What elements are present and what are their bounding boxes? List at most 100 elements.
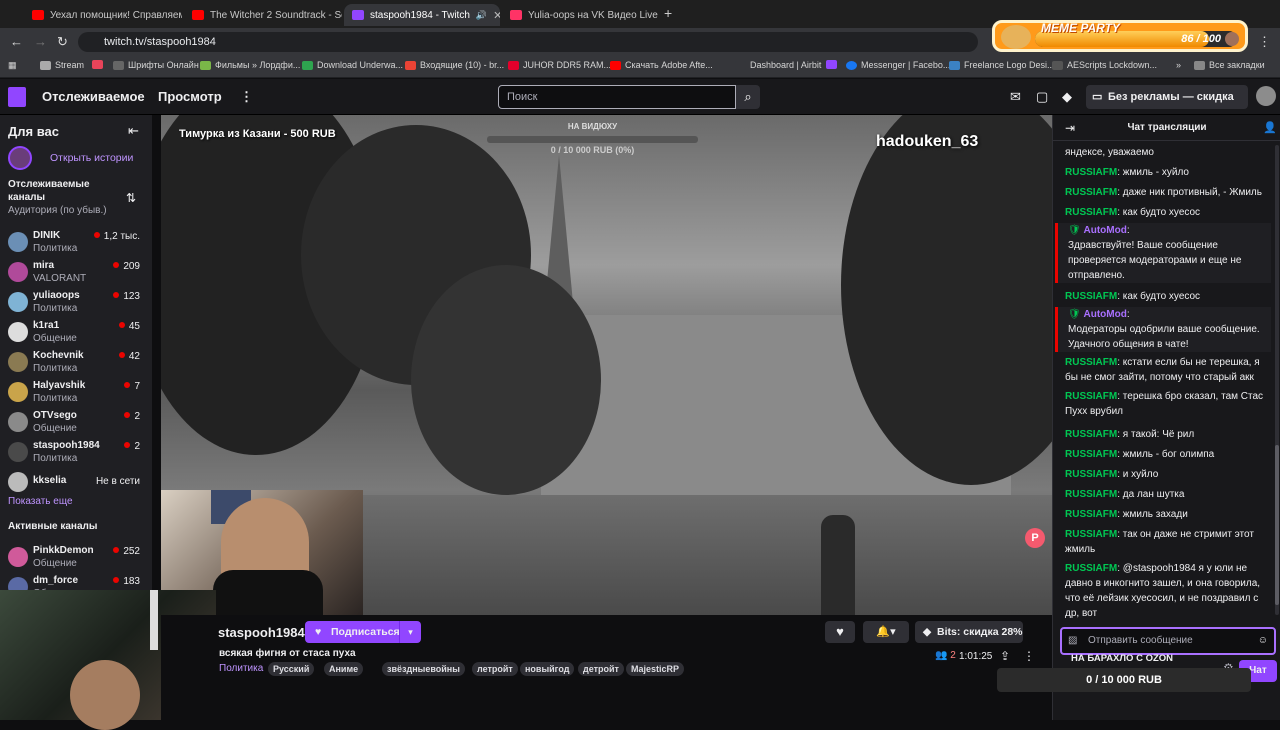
bookmark-label: Входящие (10) - br...: [420, 60, 505, 70]
bookmark-ram[interactable]: JUHOR DDR5 RAM...: [508, 60, 611, 70]
bookmark-films[interactable]: Фильмы » Лордфи...: [200, 60, 300, 70]
sidebar-channel[interactable]: DINIK Политика 1,2 тыс.: [0, 228, 150, 258]
show-more-link[interactable]: Показать еще: [8, 496, 73, 507]
nav-following[interactable]: Отслеживаемое: [42, 89, 145, 104]
bookmark-all[interactable]: Все закладки: [1194, 60, 1265, 70]
crown-icon[interactable]: ◆: [1062, 89, 1072, 105]
tab-label: Yulia-oops на VK Видео Live -: [528, 9, 658, 21]
tag[interactable]: Аниме: [324, 662, 364, 676]
sort-icon[interactable]: ⇅: [126, 191, 136, 205]
chat-username[interactable]: RUSSIAFM: [1065, 167, 1117, 178]
bookmark-icon-only[interactable]: [92, 60, 107, 69]
apps-icon[interactable]: ▦: [8, 60, 17, 71]
browser-tab[interactable]: The Witcher 2 Soundtrack - Som✕: [184, 4, 342, 26]
tag[interactable]: летройт: [472, 662, 518, 676]
close-icon[interactable]: ✕: [487, 9, 500, 22]
bookmark-gmail[interactable]: Входящие (10) - br...: [405, 60, 504, 70]
chat-input[interactable]: ▨ Отправить сообщение ☺: [1060, 627, 1276, 655]
chat-username[interactable]: RUSSIAFM: [1065, 529, 1117, 540]
avatar[interactable]: [1256, 86, 1276, 106]
follow-button[interactable]: ♥ Подписаться: [305, 621, 400, 643]
bookmark-fonts[interactable]: Шрифты Онлайн: [113, 60, 199, 70]
bookmark-twitch-icon[interactable]: [826, 60, 841, 69]
chat-username[interactable]: RUSSIAFM: [1065, 291, 1117, 302]
no-ads-button[interactable]: ▭Без рекламы — скидка 40%: [1086, 85, 1248, 127]
sidebar-channel[interactable]: yuliaoops Политика 123: [0, 288, 150, 318]
tag[interactable]: детройт: [578, 662, 624, 676]
chat-username[interactable]: RUSSIAFM: [1065, 187, 1117, 198]
chat-text: жмиль - бог олимпа: [1122, 449, 1215, 460]
tag[interactable]: звёздныевойны: [382, 662, 465, 676]
tag[interactable]: Русский: [268, 662, 315, 676]
whispers-icon[interactable]: ▢: [1036, 89, 1048, 105]
chat-username[interactable]: AutoMod: [1083, 225, 1126, 236]
collapse-icon[interactable]: ⇤: [128, 123, 139, 139]
chat-username[interactable]: RUSSIAFM: [1065, 469, 1117, 480]
category-link[interactable]: Политика: [219, 663, 263, 674]
sidebar-channel[interactable]: kkselia Не в сети: [0, 468, 150, 498]
chat-username[interactable]: RUSSIAFM: [1065, 429, 1117, 440]
chat-username[interactable]: AutoMod: [1083, 309, 1126, 320]
sidebar-channel[interactable]: Halyavshik Политика 7: [0, 378, 150, 408]
share-icon[interactable]: ⇪: [1000, 649, 1010, 663]
bookmark-messenger[interactable]: Messenger | Facebo...: [846, 60, 950, 70]
sidebar-channel[interactable]: staspooh1984 Политика 2: [0, 438, 150, 468]
url-text: twitch.tv/staspooh1984: [104, 36, 216, 48]
bookmark-airbit[interactable]: Dashboard | Airbit: [735, 60, 821, 70]
chat-username[interactable]: RUSSIAFM: [1065, 207, 1117, 218]
tag[interactable]: новыйгод: [520, 662, 575, 676]
chat-message: RUSSIAFM: я такой: Чё рил: [1065, 427, 1269, 442]
sidebar-channel[interactable]: OTVsego Общение 2: [0, 408, 150, 438]
sidebar-channel[interactable]: mira VALORANT 209: [0, 258, 150, 288]
new-tab-button[interactable]: +: [664, 5, 672, 21]
sidebar-channel[interactable]: PinkkDemon Общение 252: [0, 543, 150, 573]
bits-button[interactable]: ◆ Bits: скидка 28%: [915, 621, 1023, 643]
bookmark-aescripts[interactable]: AEScripts Lockdown...: [1052, 60, 1157, 70]
browser-menu-icon[interactable]: ⋮: [1258, 34, 1271, 50]
bookmark-freelance[interactable]: Freelance Logo Desi...: [949, 60, 1055, 70]
speaker-icon[interactable]: 🔊: [470, 10, 487, 21]
ozon-goal-label: НА БАРАХЛО С OZON: [1071, 653, 1174, 664]
emoji-icon[interactable]: ☺: [1258, 629, 1268, 653]
browser-tab[interactable]: Уехал помощник! Справляемс✕: [24, 4, 182, 26]
users-icon[interactable]: 👤: [1263, 121, 1277, 134]
bookmark-download[interactable]: Download Underwa...: [302, 60, 403, 70]
inbox-icon[interactable]: ✉: [1010, 89, 1021, 105]
search-icon[interactable]: ⌕: [736, 85, 760, 109]
sidebar-channel[interactable]: k1ra1 Общение 45: [0, 318, 150, 348]
chat-username[interactable]: RUSSIAFM: [1065, 357, 1117, 368]
open-stories-link[interactable]: Открыть истории: [50, 152, 133, 164]
twitch-logo-icon[interactable]: [8, 87, 26, 107]
channel-name: Halyavshik: [33, 380, 86, 391]
reload-icon[interactable]: ↻: [57, 34, 68, 50]
scrollbar-thumb[interactable]: [1275, 445, 1279, 605]
tag[interactable]: MajesticRP: [626, 662, 685, 676]
browser-tab[interactable]: Yulia-oops на VK Видео Live -✕: [502, 4, 658, 26]
url-field[interactable]: twitch.tv/staspooh1984: [78, 32, 978, 52]
bits-icon[interactable]: ▨: [1068, 629, 1077, 653]
chat-username[interactable]: RUSSIAFM: [1065, 449, 1117, 460]
browser-tab-active[interactable]: staspooh1984 - Twitch 🔊 ✕: [344, 4, 500, 26]
search-input[interactable]: Поиск: [498, 85, 736, 109]
chat-username[interactable]: RUSSIAFM: [1065, 563, 1117, 574]
more-icon[interactable]: ⋮: [1023, 649, 1035, 663]
bookmark-stream[interactable]: Stream: [40, 60, 84, 70]
chat-message: RUSSIAFM: @staspooh1984 я у юли не давно…: [1065, 561, 1269, 621]
chat-username[interactable]: RUSSIAFM: [1065, 489, 1117, 500]
like-heart-icon[interactable]: ♥: [825, 621, 855, 643]
avatar: [8, 262, 28, 282]
forward-icon[interactable]: →: [34, 34, 47, 49]
chat-scrollbar[interactable]: [1275, 145, 1279, 615]
bookmark-adobe[interactable]: Скачать Adobe Afte...: [610, 60, 713, 70]
chevron-down-icon[interactable]: ▾: [399, 621, 421, 643]
chevron-right-icon[interactable]: »: [1176, 60, 1181, 70]
chat-username[interactable]: RUSSIAFM: [1065, 391, 1117, 402]
sidebar-channel[interactable]: Kochevnik Политика 42: [0, 348, 150, 378]
back-icon[interactable]: ←: [10, 34, 23, 49]
chat-username[interactable]: RUSSIAFM: [1065, 509, 1117, 520]
channel-name[interactable]: staspooh1984: [218, 625, 305, 640]
nav-browse[interactable]: Просмотр: [158, 89, 222, 104]
more-icon[interactable]: ⋮: [240, 89, 253, 105]
stories-avatar[interactable]: [8, 146, 32, 170]
notification-bell-icon[interactable]: 🔔▾: [863, 621, 909, 643]
